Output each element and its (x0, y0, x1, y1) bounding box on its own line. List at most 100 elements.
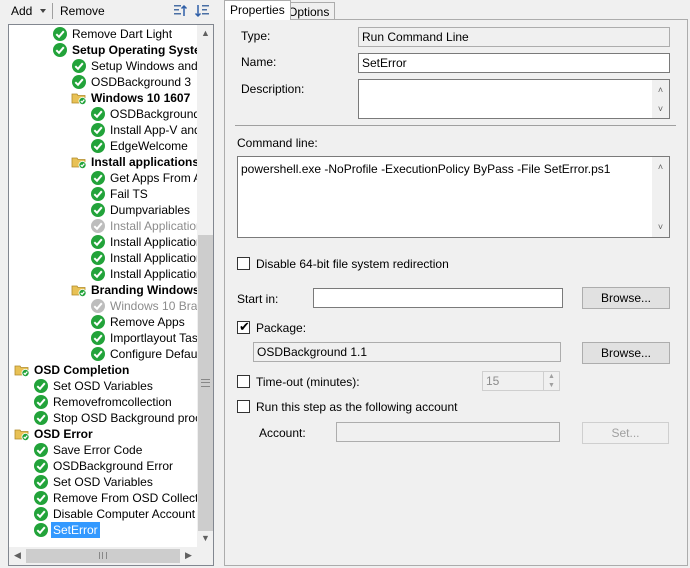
tree-item-label: Branding Windows (91, 283, 197, 297)
tree-item-label: Setup Operating Syste (72, 43, 197, 57)
task-sequence-tree[interactable]: Remove Dart Light Setup Operating Syste Se… (8, 24, 214, 566)
success-check-icon (52, 42, 68, 58)
horizontal-scrollbar[interactable]: ◀ ▶ (9, 547, 197, 565)
scroll-left-icon[interactable]: ◀ (9, 547, 26, 564)
start-in-browse-button[interactable]: Browse... (582, 287, 670, 309)
tree-item-label: Get Apps From Ad (110, 171, 197, 185)
tree-item-label: Remove From OSD Collection (53, 491, 197, 505)
description-field[interactable]: ˄ ˅ (358, 79, 670, 119)
timeout-stepper[interactable]: 15 ▲ ▼ (482, 371, 560, 391)
spin-down-icon[interactable]: ▼ (544, 381, 559, 390)
timeout-checkbox[interactable] (237, 375, 250, 388)
folder-success-icon (71, 90, 87, 106)
grip-icon (99, 552, 107, 559)
tree-item-label: OSDBackground Error (53, 459, 174, 473)
scroll-down-icon[interactable]: ˅ (652, 219, 669, 236)
tree-item-label: Save Error Code (53, 443, 143, 457)
vertical-scroll-thumb[interactable] (198, 235, 213, 531)
success-check-icon (33, 442, 49, 458)
tree-item-label: Setup Windows and C (91, 59, 197, 73)
package-browse-button[interactable]: Browse... (582, 342, 670, 364)
command-line-scrollbar[interactable]: ˄ ˅ (652, 157, 669, 237)
horizontal-scroll-thumb[interactable] (26, 549, 180, 563)
tree-item-label: OSD Error (34, 427, 93, 441)
tab-properties[interactable]: Properties (224, 0, 291, 20)
run-as-checkbox[interactable] (237, 400, 250, 413)
success-check-icon (71, 58, 87, 74)
success-check-icon (90, 138, 106, 154)
timeout-spin-buttons[interactable]: ▲ ▼ (543, 372, 559, 390)
tree-content: Remove Dart Light Setup Operating Syste Se… (9, 25, 197, 547)
success-check-icon (33, 506, 49, 522)
success-check-icon (71, 74, 87, 90)
success-check-icon (33, 394, 49, 410)
success-check-icon (33, 474, 49, 490)
name-field[interactable]: SetError (358, 53, 670, 73)
success-check-icon (52, 26, 68, 42)
type-label: Type: (241, 29, 271, 43)
scroll-up-icon[interactable]: ˄ (652, 159, 669, 176)
folder-success-icon (71, 154, 87, 170)
scroll-down-icon[interactable]: ▼ (197, 530, 213, 547)
tree-item-label: Windows 10 1607 (91, 91, 191, 105)
scroll-up-icon[interactable]: ˄ (652, 82, 669, 99)
add-button[interactable]: Add (11, 3, 32, 19)
vertical-scrollbar[interactable]: ▲ ▼ (197, 25, 213, 547)
folder-success-icon (71, 282, 87, 298)
timeout-label: Time-out (minutes): (256, 375, 360, 389)
success-check-icon (90, 106, 106, 122)
tree-item-label: Install Application V (110, 251, 197, 265)
remove-button[interactable]: Remove (60, 3, 105, 19)
tree-item-label: Install Applications (110, 219, 197, 233)
tree-item-label: Remove Apps (110, 315, 185, 329)
tree-item-label: Set OSD Variables (53, 475, 153, 489)
description-label: Description: (241, 82, 305, 96)
tree-item-label: Stop OSD Background proces (53, 411, 197, 425)
package-field: OSDBackground 1.1 (253, 342, 561, 362)
move-down-icon[interactable] (194, 3, 210, 19)
checkmark-icon: ✔ (239, 319, 250, 334)
tree-item-label: Disable Computer Account (53, 507, 196, 521)
disable-redirection-checkbox[interactable] (237, 257, 250, 270)
success-check-icon (90, 202, 106, 218)
start-in-field[interactable] (313, 288, 563, 308)
name-label: Name: (241, 55, 277, 69)
command-line-text: powershell.exe -NoProfile -ExecutionPoli… (241, 162, 611, 176)
success-check-icon (33, 490, 49, 506)
chevron-down-icon[interactable] (40, 9, 46, 13)
scroll-right-icon[interactable]: ▶ (180, 547, 197, 564)
disabled-step-icon (90, 298, 106, 314)
tree-item-label: Set OSD Variables (53, 379, 153, 393)
account-label: Account: (259, 426, 306, 440)
success-check-icon (90, 170, 106, 186)
tree-item-label: OSD Completion (34, 363, 130, 377)
move-up-icon[interactable] (172, 3, 188, 19)
account-field (336, 422, 560, 442)
scrollbar-corner (197, 547, 213, 565)
command-line-field[interactable]: powershell.exe -NoProfile -ExecutionPoli… (237, 156, 670, 238)
scroll-down-icon[interactable]: ˅ (652, 101, 669, 118)
tree-item-label: Remove Dart Light (72, 27, 173, 41)
success-check-icon (90, 330, 106, 346)
disabled-step-icon (90, 218, 106, 234)
description-scrollbar[interactable]: ˄ ˅ (652, 80, 669, 118)
run-as-label: Run this step as the following account (256, 400, 458, 414)
tree-item-label: Install Application V (110, 267, 197, 281)
tree-item-label: Fail TS (110, 187, 148, 201)
package-checkbox[interactable]: ✔ (237, 319, 250, 334)
tree-item-label: Dumpvariables (110, 203, 191, 217)
success-check-icon (90, 122, 106, 138)
disable-redirection-label: Disable 64-bit file system redirection (256, 257, 449, 271)
success-check-icon (33, 410, 49, 426)
spin-up-icon[interactable]: ▲ (544, 372, 559, 381)
divider (235, 125, 676, 126)
start-in-label: Start in: (237, 292, 279, 306)
scroll-up-icon[interactable]: ▲ (197, 25, 213, 42)
tree-item-label: OSDBackground 3 (91, 75, 192, 89)
success-check-icon (90, 346, 106, 362)
properties-pane: Properties Options Type: Run Command Lin… (222, 0, 690, 568)
success-check-icon (33, 522, 49, 538)
package-label: Package: (256, 321, 307, 335)
tree-item-label: Install Application (110, 235, 197, 249)
task-sequence-pane: Add Remove Remove Dart Light Setup Operat… (0, 0, 216, 568)
